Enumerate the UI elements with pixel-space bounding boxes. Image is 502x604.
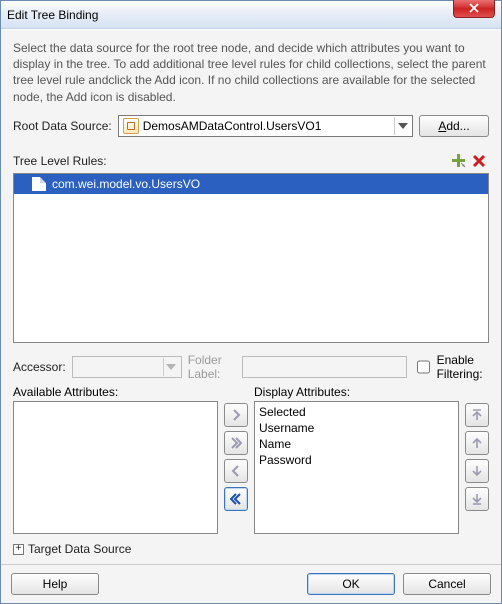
help-button[interactable]: Help: [11, 573, 99, 595]
move-all-left-button[interactable]: [224, 487, 248, 511]
dialog-body: Select the data source for the root tree…: [1, 29, 501, 564]
attributes-area: Available Attributes: Display Attribu: [13, 385, 489, 534]
page-icon: [32, 177, 46, 191]
order-buttons: [465, 385, 489, 534]
accessor-label: Accessor:: [13, 360, 66, 374]
arrow-down-icon: [471, 465, 483, 477]
root-data-source-value: DemosAMDataControl.UsersVO1: [143, 119, 390, 133]
folder-label-input: [242, 356, 407, 378]
close-icon: [469, 3, 479, 13]
root-data-source-label: Root Data Source:: [13, 119, 112, 133]
tree-level-rules-label: Tree Level Rules:: [13, 154, 107, 168]
folder-label-label: Folder Label:: [188, 353, 236, 381]
window-title: Edit Tree Binding: [7, 8, 98, 22]
move-down-button[interactable]: [465, 459, 489, 483]
tree-level-rules-header: Tree Level Rules:: [13, 151, 489, 171]
window-close-button[interactable]: [453, 0, 495, 18]
enable-filtering-checkbox[interactable]: Enable Filtering:: [413, 353, 489, 381]
cancel-button[interactable]: Cancel: [403, 573, 491, 595]
plus-icon: [451, 153, 467, 169]
move-all-right-button[interactable]: [224, 431, 248, 455]
chevron-down-icon: [394, 117, 410, 135]
titlebar: Edit Tree Binding: [1, 1, 501, 29]
list-item[interactable]: Username: [259, 420, 454, 436]
shuttle-buttons: [224, 385, 248, 534]
tree-rule-item[interactable]: com.wei.model.vo.UsersVO: [14, 174, 488, 194]
move-bottom-button[interactable]: [465, 487, 489, 511]
target-data-source-row[interactable]: + Target Data Source: [13, 542, 489, 556]
root-data-source-combo[interactable]: DemosAMDataControl.UsersVO1: [118, 115, 413, 137]
move-up-button[interactable]: [465, 431, 489, 455]
arrow-bottom-icon: [471, 493, 483, 505]
available-attributes-label: Available Attributes:: [13, 385, 218, 399]
list-item[interactable]: Selected: [259, 404, 454, 420]
ok-button[interactable]: OK: [307, 573, 395, 595]
dialog-footer: Help OK Cancel: [1, 564, 501, 603]
move-left-button[interactable]: [224, 459, 248, 483]
accessor-combo[interactable]: [72, 356, 182, 378]
dialog-edit-tree-binding: Edit Tree Binding Select the data source…: [0, 0, 502, 604]
accessor-row: Accessor: Folder Label: Enable Filtering…: [13, 353, 489, 381]
data-control-icon: [123, 118, 139, 134]
chevron-right-icon: [230, 409, 242, 421]
description-text: Select the data source for the root tree…: [13, 40, 489, 105]
delete-rule-button[interactable]: [469, 151, 489, 171]
expand-icon[interactable]: +: [13, 544, 24, 555]
display-attributes-label: Display Attributes:: [254, 385, 459, 399]
display-attributes-list[interactable]: Selected Username Name Password: [254, 401, 459, 534]
double-chevron-left-icon: [230, 493, 242, 505]
move-top-button[interactable]: [465, 403, 489, 427]
chevron-left-icon: [230, 465, 242, 477]
available-attributes-list[interactable]: [13, 401, 218, 534]
enable-filtering-label: Enable Filtering:: [437, 353, 489, 381]
add-rule-button[interactable]: [449, 151, 469, 171]
move-right-button[interactable]: [224, 403, 248, 427]
arrow-top-icon: [471, 409, 483, 421]
target-data-source-label: Target Data Source: [28, 542, 131, 556]
enable-filtering-input[interactable]: [417, 360, 430, 374]
double-chevron-right-icon: [230, 437, 242, 449]
add-data-source-button[interactable]: Add...: [419, 115, 489, 137]
root-data-source-row: Root Data Source: DemosAMDataControl.Use…: [13, 115, 489, 137]
list-item[interactable]: Password: [259, 452, 454, 468]
delete-icon: [472, 154, 486, 168]
tree-rule-text: com.wei.model.vo.UsersVO: [52, 177, 200, 191]
chevron-down-icon: [163, 358, 179, 376]
arrow-up-icon: [471, 437, 483, 449]
tree-level-rules-list[interactable]: com.wei.model.vo.UsersVO: [13, 173, 489, 343]
list-item[interactable]: Name: [259, 436, 454, 452]
